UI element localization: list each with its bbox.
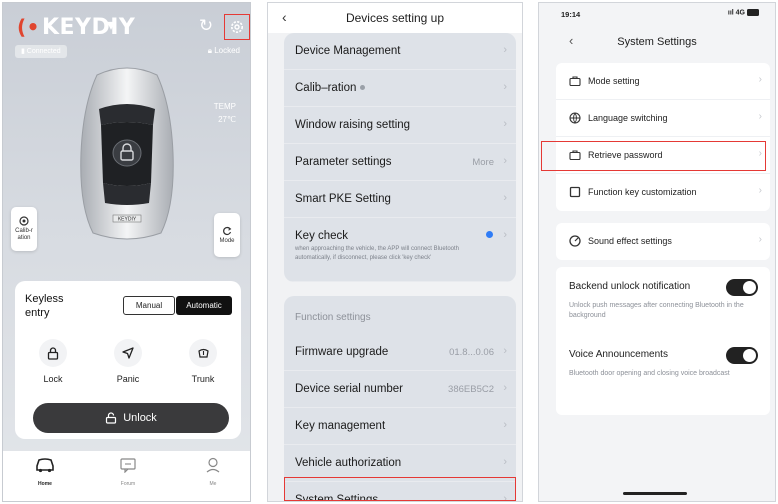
chevron-right-icon: ›	[503, 382, 507, 394]
settings-gear-button[interactable]	[224, 14, 250, 40]
chevron-right-icon: ›	[503, 229, 507, 241]
unlock-button[interactable]: Unlock	[33, 403, 229, 433]
gear-icon	[231, 21, 243, 33]
chevron-right-icon: ›	[503, 345, 507, 357]
chevron-right-icon: ›	[503, 44, 507, 56]
trunk-action[interactable]: Trunk	[173, 339, 233, 384]
manual-mode-button[interactable]: Manual	[123, 296, 175, 315]
system-settings-screen: 19:14 ııl 4G ‹ System Settings Mode sett…	[538, 2, 776, 502]
status-bar: 19:14 ııl 4G	[539, 3, 775, 25]
page-title: System Settings	[617, 36, 697, 48]
square-icon	[569, 186, 581, 198]
automatic-mode-button[interactable]: Automatic	[176, 296, 232, 315]
page-title: Devices setting up	[345, 11, 445, 25]
clock: 19:14	[561, 10, 581, 19]
lock-status: 🔒︎ Locked	[207, 46, 240, 55]
mode-cycle-icon	[223, 226, 232, 235]
tab-forum[interactable]: Forum	[108, 457, 148, 487]
tab-home[interactable]: Home	[25, 457, 65, 487]
lock-action[interactable]: Lock	[23, 339, 83, 384]
header: ‹ Devices setting up	[268, 3, 522, 33]
row-mode-setting[interactable]: Mode setting ›	[556, 63, 770, 100]
row-window-raising[interactable]: Window raising setting ›	[284, 107, 516, 144]
mode-button[interactable]: Mode	[214, 213, 240, 257]
row-firmware-upgrade[interactable]: Firmware upgrade 01.8...0.06 ›	[284, 334, 516, 371]
calibration-button[interactable]: Calib-r ation	[11, 207, 37, 251]
row-language-switching[interactable]: Language switching ›	[556, 100, 770, 137]
row-voice-announcements: Voice Announcements Bluetooth door openi…	[556, 335, 770, 415]
highlight-box	[284, 477, 516, 501]
sound-dial-icon	[569, 235, 581, 247]
refresh-icon[interactable]: ↻	[197, 17, 215, 35]
signal-indicator: ııl 4G	[728, 9, 759, 16]
control-card: Keyless entry Manual Automatic Lock Pani…	[15, 281, 241, 439]
backend-unlock-toggle[interactable]	[726, 279, 758, 296]
chevron-right-icon: ›	[503, 192, 507, 204]
chevron-right-icon: ›	[503, 419, 507, 431]
settings-group-voice: Voice Announcements Bluetooth door openi…	[556, 335, 770, 415]
person-icon	[206, 457, 220, 473]
settings-group-main: Mode setting › Language switching › Retrie…	[556, 63, 770, 211]
panic-action[interactable]: Panic	[98, 339, 158, 384]
row-function-key-customization[interactable]: Function key customization ›	[556, 174, 770, 211]
chevron-right-icon: ›	[503, 118, 507, 130]
calibration-icon	[19, 216, 29, 226]
row-key-management[interactable]: Key management ›	[284, 408, 516, 445]
chevron-right-icon: ›	[758, 111, 762, 122]
chevron-right-icon: ›	[758, 74, 762, 85]
chevron-right-icon: ›	[503, 456, 507, 468]
keyless-entry-label: Keyless entry	[25, 293, 64, 319]
battery-icon	[747, 9, 759, 16]
device-settings-group: Device Management › Calib–ration › Window …	[284, 33, 516, 282]
bottom-tab-bar: Home Forum Me	[3, 451, 250, 501]
car-illustration: KEYDIY	[80, 67, 174, 240]
unlock-icon	[106, 412, 117, 424]
row-key-check[interactable]: Key check › when approaching the vehicle…	[284, 218, 516, 282]
bluetooth-status-icon	[486, 231, 493, 238]
chevron-right-icon: ›	[758, 185, 762, 196]
trunk-icon	[197, 348, 209, 358]
row-device-serial[interactable]: Device serial number 386EB5C2 ›	[284, 371, 516, 408]
car-control-screen: (•KEYDIY ▾ ↻ ▮ Connected 🔒︎ Locked TEMP 2…	[2, 2, 251, 502]
navigation-arrow-icon	[122, 347, 134, 359]
license-plate: KEYDIY	[118, 217, 137, 223]
screenshot-composite: (•KEYDIY ▾ ↻ ▮ Connected 🔒︎ Locked TEMP 2…	[0, 0, 778, 504]
chevron-right-icon: ›	[503, 155, 507, 167]
home-indicator	[623, 492, 687, 495]
briefcase-icon	[569, 76, 581, 87]
globe-icon	[569, 112, 581, 124]
row-parameter-settings[interactable]: Parameter settings More ›	[284, 144, 516, 181]
connection-status-badge: ▮ Connected	[15, 45, 67, 58]
voice-announcements-toggle[interactable]	[726, 347, 758, 364]
highlight-box	[541, 141, 766, 171]
chat-icon	[120, 458, 136, 474]
row-smart-pke[interactable]: Smart PKE Setting ›	[284, 181, 516, 218]
lock-icon	[47, 346, 59, 360]
devices-setting-screen: ‹ Devices setting up Device Management › …	[267, 2, 523, 502]
device-switch-chevron-icon[interactable]: ▾	[107, 15, 115, 35]
section-title: Function settings	[295, 312, 371, 323]
car-icon	[36, 458, 54, 473]
app-logo: (•KEYDIY	[17, 15, 136, 40]
temperature-readout: TEMP 27℃	[213, 102, 236, 124]
chevron-right-icon: ›	[758, 234, 762, 245]
status-dot-icon	[360, 85, 366, 91]
settings-group-sound: Sound effect settings ›	[556, 223, 770, 260]
tab-me[interactable]: Me	[193, 457, 233, 487]
function-settings-group: Function settings Firmware upgrade 01.8..…	[284, 296, 516, 501]
chevron-right-icon: ›	[503, 81, 507, 93]
row-sound-effect[interactable]: Sound effect settings ›	[556, 223, 770, 260]
row-device-management[interactable]: Device Management ›	[284, 33, 516, 70]
row-calibration[interactable]: Calib–ration ›	[284, 70, 516, 107]
